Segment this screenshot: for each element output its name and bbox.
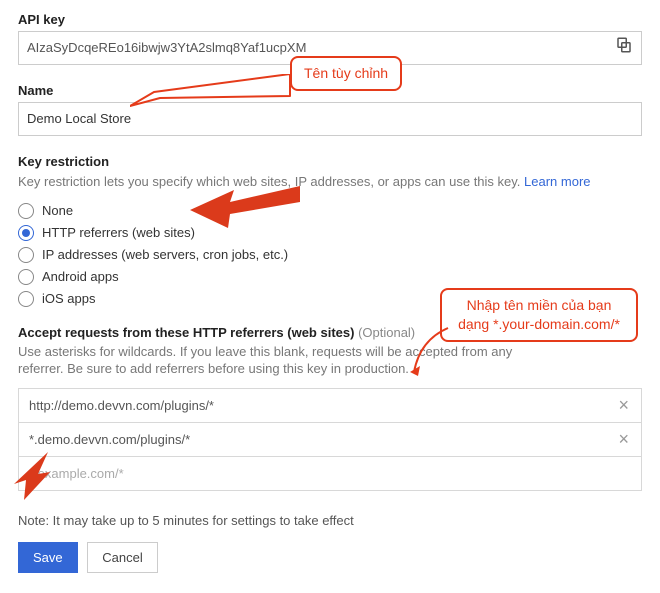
optional-tag: (Optional)	[358, 325, 415, 340]
radio-android-apps[interactable]: Android apps	[18, 269, 642, 285]
name-field[interactable]	[18, 102, 642, 136]
radio-none[interactable]: None	[18, 203, 642, 219]
name-input[interactable]	[27, 111, 633, 126]
copy-icon[interactable]	[615, 36, 633, 60]
annotation-text: dạng *.your-domain.com/*	[454, 315, 624, 334]
annotation-custom-name: Tên tùy chỉnh	[290, 56, 402, 91]
key-restriction-desc: Key restriction lets you specify which w…	[18, 173, 642, 191]
cancel-button[interactable]: Cancel	[87, 542, 157, 573]
settings-note: Note: It may take up to 5 minutes for se…	[18, 513, 642, 528]
referrer-input[interactable]	[27, 431, 614, 448]
referrer-input-placeholder[interactable]	[27, 465, 633, 482]
annotation-arrow-icon	[8, 452, 56, 500]
radio-label-none: None	[42, 203, 73, 218]
referrers-desc: Use asterisks for wildcards. If you leav…	[18, 343, 528, 378]
radio-label-ip: IP addresses (web servers, cron jobs, et…	[42, 247, 288, 262]
annotation-domain-hint: Nhập tên miền của bạn dạng *.your-domain…	[440, 288, 638, 342]
radio-ip-addresses[interactable]: IP addresses (web servers, cron jobs, et…	[18, 247, 642, 263]
annotation-arrow-icon	[410, 326, 450, 376]
annotation-text: Nhập tên miền của bạn	[454, 296, 624, 315]
annotation-arrow-icon	[130, 74, 295, 108]
referrer-row: ×	[18, 423, 642, 457]
radio-icon	[18, 291, 34, 307]
save-button[interactable]: Save	[18, 542, 78, 573]
radio-icon	[18, 269, 34, 285]
key-restriction-title: Key restriction	[18, 154, 642, 169]
radio-icon	[18, 247, 34, 263]
api-key-value: AIzaSyDcqeREo16ibwjw3YtA2slmq8Yaf1ucpXM	[27, 38, 615, 58]
remove-icon[interactable]: ×	[614, 398, 633, 412]
referrer-row: ×	[18, 388, 642, 423]
api-key-label: API key	[18, 12, 642, 27]
annotation-arrow-icon	[190, 180, 300, 230]
referrer-input[interactable]	[27, 397, 614, 414]
referrers-list: × ×	[18, 388, 642, 491]
referrer-row-new	[18, 457, 642, 491]
radio-icon	[18, 225, 34, 241]
learn-more-link[interactable]: Learn more	[524, 174, 590, 189]
radio-icon	[18, 203, 34, 219]
remove-icon[interactable]: ×	[614, 432, 633, 446]
radio-label-android: Android apps	[42, 269, 119, 284]
radio-http-referrers[interactable]: HTTP referrers (web sites)	[18, 225, 642, 241]
radio-label-ios: iOS apps	[42, 291, 95, 306]
radio-label-http: HTTP referrers (web sites)	[42, 225, 195, 240]
